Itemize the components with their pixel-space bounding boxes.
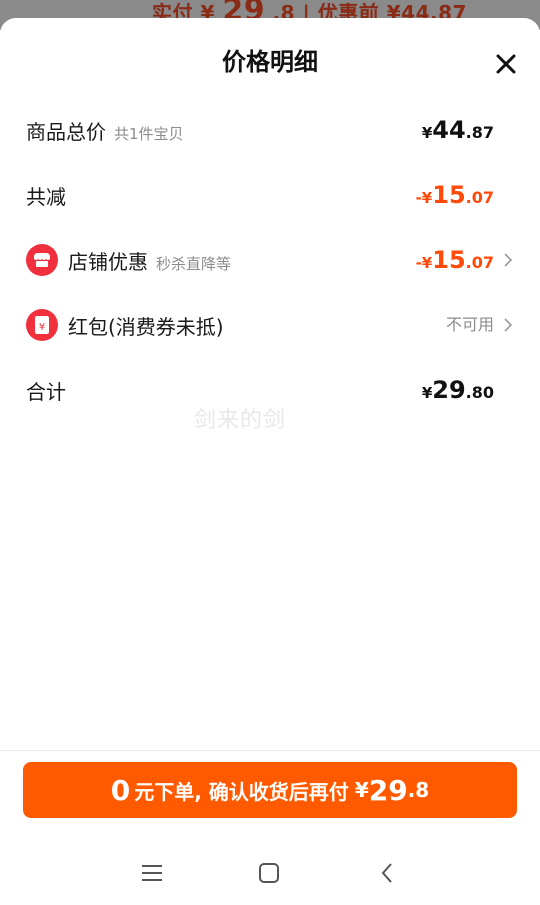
svg-text:¥: ¥: [39, 322, 45, 333]
back-icon: [381, 863, 392, 883]
goods-count: 共1件宝贝: [114, 125, 184, 143]
goods-total-row: 商品总价 共1件宝贝 ¥44.87: [0, 110, 540, 150]
goods-total-label: 商品总价: [26, 120, 106, 144]
brand-logo: [24, 0, 82, 16]
total-label: 合计: [26, 380, 66, 404]
shop-discount-row[interactable]: 店铺优惠 秒杀直降等 -¥15.07: [0, 240, 540, 280]
menu-icon: [142, 865, 162, 881]
goods-total-value: ¥44.87: [421, 116, 494, 144]
home-button[interactable]: [254, 858, 284, 888]
total-value: ¥29.80: [421, 376, 494, 404]
back-button[interactable]: [372, 858, 402, 888]
home-icon: [259, 863, 279, 883]
red-packet-status: 不可用: [445, 315, 494, 334]
shop-discount-label: 店铺优惠: [68, 250, 148, 274]
close-button[interactable]: [490, 48, 522, 80]
place-order-button[interactable]: 0 元下单, 确认收货后再付 ¥29.8: [23, 762, 517, 818]
total-reduction-value: -¥15.07: [415, 181, 494, 209]
total-reduction-row: 共减 -¥15.07: [0, 175, 540, 215]
chevron-right-icon: [504, 318, 513, 332]
system-nav-bar: [0, 840, 540, 905]
total-reduction-label: 共减: [26, 185, 66, 209]
watermark: 剑来的剑: [194, 408, 287, 433]
close-icon: [496, 54, 516, 74]
red-envelope-icon: ¥: [26, 309, 58, 341]
menu-button[interactable]: [137, 858, 167, 888]
shop-discount-value: -¥15.07: [415, 246, 494, 274]
red-packet-row[interactable]: ¥ 红包(消费券未抵) 不可用: [0, 305, 540, 345]
divider: [0, 750, 540, 751]
shop-discount-sub: 秒杀直降等: [156, 255, 232, 273]
chevron-right-icon: [504, 253, 513, 267]
shop-icon: [26, 244, 58, 276]
sheet-title: 价格明细: [222, 48, 318, 76]
red-packet-label: 红包(消费券未抵): [68, 315, 224, 339]
